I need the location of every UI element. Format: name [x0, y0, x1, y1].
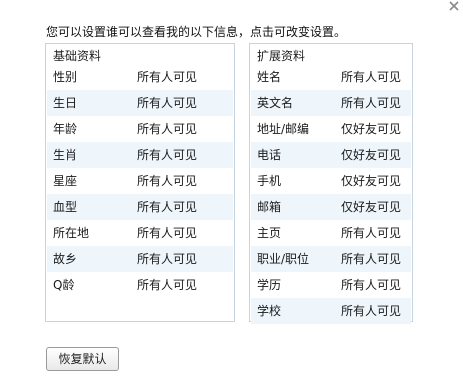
privacy-row-address-zip[interactable]: 地址/邮编 仅好友可见	[251, 116, 411, 142]
privacy-row-mobile[interactable]: 手机 仅好友可见	[251, 168, 411, 194]
intro-text: 您可以设置谁可以查看我的以下信息，点击可改变设置。	[46, 25, 347, 39]
privacy-row-location[interactable]: 所在地 所有人可见	[47, 220, 233, 246]
privacy-row-zodiac-animal[interactable]: 生肖 所有人可见	[47, 142, 233, 168]
row-label: 邮箱	[257, 200, 282, 214]
visibility-setting[interactable]: 仅好友可见	[341, 148, 401, 162]
row-label: 生肖	[53, 148, 78, 162]
row-label: 学校	[257, 304, 282, 318]
extended-info-panel: 扩展资料 姓名 所有人可见 英文名 所有人可见 地址/邮编 仅好友可见 电话 仅…	[249, 43, 413, 324]
privacy-row-email[interactable]: 邮箱 仅好友可见	[251, 194, 411, 220]
visibility-setting[interactable]: 所有人可见	[341, 70, 401, 84]
privacy-row-phone[interactable]: 电话 仅好友可见	[251, 142, 411, 168]
visibility-setting[interactable]: 所有人可见	[137, 252, 197, 266]
basic-info-panel: 基础资料 性别 所有人可见 生日 所有人可见 年龄 所有人可见 生肖 所有人可见…	[45, 43, 235, 322]
privacy-row-blood-type[interactable]: 血型 所有人可见	[47, 194, 233, 220]
extended-info-rows: 姓名 所有人可见 英文名 所有人可见 地址/邮编 仅好友可见 电话 仅好友可见 …	[251, 64, 411, 324]
row-label: 英文名	[257, 96, 294, 110]
privacy-row-gender[interactable]: 性别 所有人可见	[47, 64, 233, 90]
extended-info-title: 扩展资料	[257, 49, 306, 63]
row-label: 星座	[53, 174, 78, 188]
privacy-row-age[interactable]: 年龄 所有人可见	[47, 116, 233, 142]
row-label: 学历	[257, 278, 282, 292]
row-label: 血型	[53, 200, 78, 214]
visibility-setting[interactable]: 仅好友可见	[341, 200, 401, 214]
row-label: 职业/职位	[257, 252, 310, 266]
close-icon[interactable]	[448, 0, 460, 12]
row-label: 地址/邮编	[257, 122, 310, 136]
row-label: 手机	[257, 174, 282, 188]
row-label: 生日	[53, 96, 78, 110]
basic-info-title: 基础资料	[53, 49, 102, 63]
visibility-setting[interactable]: 仅好友可见	[341, 122, 401, 136]
visibility-setting[interactable]: 所有人可见	[341, 226, 401, 240]
privacy-row-english-name[interactable]: 英文名 所有人可见	[251, 90, 411, 116]
reset-default-button[interactable]: 恢复默认	[46, 347, 119, 371]
privacy-row-birthday[interactable]: 生日 所有人可见	[47, 90, 233, 116]
row-label: 所在地	[53, 226, 90, 240]
privacy-row-homepage[interactable]: 主页 所有人可见	[251, 220, 411, 246]
visibility-setting[interactable]: 所有人可见	[137, 96, 197, 110]
visibility-setting[interactable]: 所有人可见	[137, 226, 197, 240]
row-label: 电话	[257, 148, 282, 162]
visibility-setting[interactable]: 所有人可见	[137, 122, 197, 136]
basic-info-rows: 性别 所有人可见 生日 所有人可见 年龄 所有人可见 生肖 所有人可见 星座 所…	[47, 64, 233, 298]
row-label: 故乡	[53, 252, 78, 266]
visibility-setting[interactable]: 所有人可见	[137, 70, 197, 84]
privacy-row-name[interactable]: 姓名 所有人可见	[251, 64, 411, 90]
privacy-row-school[interactable]: 学校 所有人可见	[251, 298, 411, 324]
visibility-setting[interactable]: 仅好友可见	[341, 174, 401, 188]
visibility-setting[interactable]: 所有人可见	[341, 304, 401, 318]
privacy-row-occupation[interactable]: 职业/职位 所有人可见	[251, 246, 411, 272]
row-label: 主页	[257, 226, 282, 240]
privacy-row-q-age[interactable]: Q龄 所有人可见	[47, 272, 233, 298]
visibility-setting[interactable]: 所有人可见	[137, 200, 197, 214]
privacy-row-hometown[interactable]: 故乡 所有人可见	[47, 246, 233, 272]
row-label: Q龄	[53, 278, 75, 292]
privacy-row-constellation[interactable]: 星座 所有人可见	[47, 168, 233, 194]
visibility-setting[interactable]: 所有人可见	[341, 278, 401, 292]
row-label: 年龄	[53, 122, 78, 136]
row-label: 姓名	[257, 70, 282, 84]
row-label: 性别	[53, 70, 78, 84]
visibility-setting[interactable]: 所有人可见	[137, 174, 197, 188]
visibility-setting[interactable]: 所有人可见	[137, 278, 197, 292]
visibility-setting[interactable]: 所有人可见	[341, 96, 401, 110]
visibility-setting[interactable]: 所有人可见	[341, 252, 401, 266]
visibility-setting[interactable]: 所有人可见	[137, 148, 197, 162]
privacy-row-education[interactable]: 学历 所有人可见	[251, 272, 411, 298]
